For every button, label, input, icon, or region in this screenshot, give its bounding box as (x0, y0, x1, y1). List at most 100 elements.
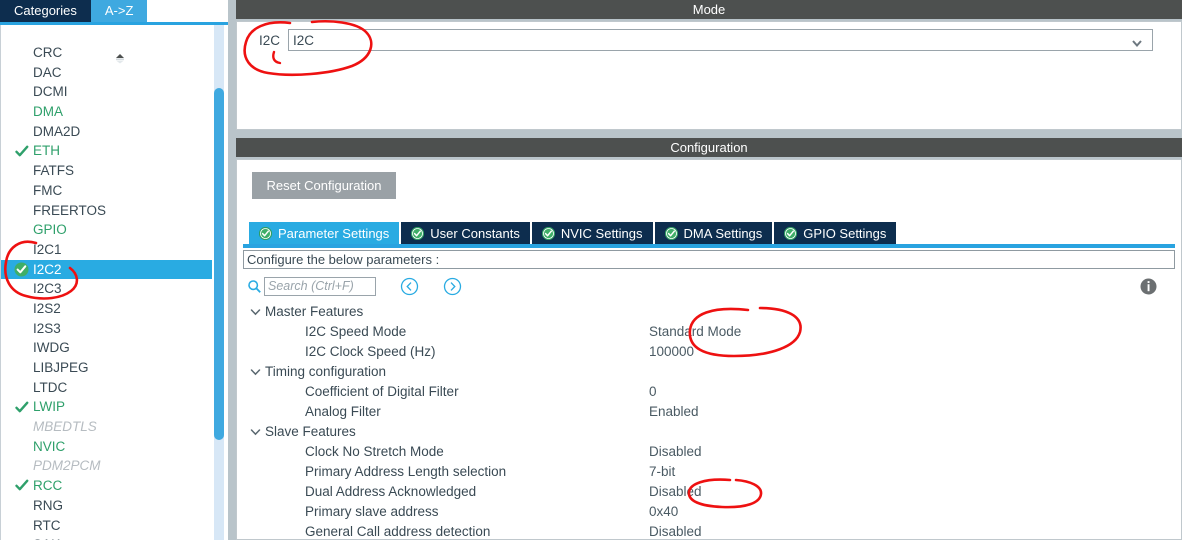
configuration-tab-underline (243, 244, 1175, 248)
sidebar-item-dcmi[interactable]: DCMI (1, 82, 212, 102)
mode-row: I2C I2C (259, 29, 1154, 51)
sidebar-item-eth[interactable]: ETH (1, 141, 212, 161)
parameter-row[interactable]: Dual Address Acknowledged Disabled (247, 482, 1152, 502)
sidebar-item-i2c2[interactable]: I2C2 (1, 259, 212, 280)
parameter-group-master-features[interactable]: Master Features (247, 302, 1152, 322)
sidebar-item-label: DMA (33, 104, 63, 120)
sidebar-item-label: CRC (33, 45, 63, 60)
sidebar-item-rtc[interactable]: RTC (1, 516, 212, 536)
checked-circle-icon (14, 262, 29, 277)
chevron-down-icon[interactable] (247, 308, 263, 316)
sidebar-item-dma2d[interactable]: DMA2D (1, 122, 212, 142)
sidebar-item-label: PDM2PCM (33, 458, 101, 474)
sidebar-item-iwdg[interactable]: IWDG (1, 338, 212, 358)
parameter-group-label: Master Features (265, 304, 364, 319)
sidebar-item-label: DAC (33, 64, 62, 80)
parameter-value[interactable]: 0 (649, 382, 657, 402)
parameter-row[interactable]: Analog Filter Enabled (247, 402, 1152, 422)
parameter-row[interactable]: General Call address detection Disabled (247, 522, 1152, 542)
info-icon[interactable] (1140, 278, 1157, 295)
sidebar-item-freertos[interactable]: FREERTOS (1, 201, 212, 221)
parameter-row[interactable]: I2C Speed Mode Standard Mode (247, 322, 1152, 342)
parameter-group-slave-features[interactable]: Slave Features (247, 422, 1152, 442)
tab-label: DMA Settings (683, 225, 763, 241)
parameter-row[interactable]: Primary Address Length selection 7-bit (247, 462, 1152, 482)
sidebar-item-rng[interactable]: RNG (1, 496, 212, 516)
check-icon (14, 400, 29, 415)
sidebar-item-fmc[interactable]: FMC (1, 181, 212, 201)
parameter-row[interactable]: Primary slave address 0x40 (247, 502, 1152, 522)
sidebar-item-gpio[interactable]: GPIO (1, 220, 212, 240)
tab-nvic-settings[interactable]: NVIC Settings (531, 222, 653, 244)
parameter-name: Coefficient of Digital Filter (305, 384, 459, 399)
tab-label: NVIC Settings (560, 225, 643, 241)
tab-dma-settings[interactable]: DMA Settings (654, 222, 773, 244)
tab-user-constants[interactable]: User Constants (401, 222, 530, 244)
configuration-panel-body: Reset Configuration Parameter Settings Us… (236, 159, 1182, 540)
parameter-value[interactable]: Standard Mode (649, 322, 741, 342)
configure-hint-text: Configure the below parameters : (247, 252, 440, 267)
parameter-group-label: Slave Features (265, 424, 356, 439)
sidebar-item-i2s3[interactable]: I2S3 (1, 319, 212, 339)
sidebar-item-nvic[interactable]: NVIC (1, 437, 212, 457)
search-input[interactable] (264, 276, 376, 296)
sidebar-item-label: I2C2 (33, 261, 62, 277)
parameter-value[interactable]: 0x40 (649, 502, 678, 522)
search-next-button[interactable] (443, 277, 462, 296)
sidebar-item-label: DMA2D (33, 123, 81, 139)
tab-categories[interactable]: Categories (0, 0, 91, 22)
parameter-name: General Call address detection (305, 524, 491, 539)
mode-dropdown-value: I2C (293, 32, 315, 48)
sidebar-item-dac[interactable]: DAC (1, 63, 212, 83)
parameter-name: I2C Clock Speed (Hz) (305, 344, 436, 359)
parameter-row[interactable]: I2C Clock Speed (Hz) 100000 (247, 342, 1152, 362)
sidebar-item-fatfs[interactable]: FATFS (1, 161, 212, 181)
parameter-value[interactable]: Disabled (649, 522, 702, 542)
parameter-value[interactable]: Disabled (649, 442, 702, 462)
sidebar-item-label: LWIP (33, 399, 66, 415)
sidebar-item-i2c3[interactable]: I2C3 (1, 279, 212, 299)
parameter-group-label: Timing configuration (265, 364, 387, 379)
sidebar-scrollbar-thumb[interactable] (214, 88, 224, 440)
sidebar-item-sai1[interactable]: SAI1 (1, 535, 212, 540)
sidebar-item-mbedtls: MBEDTLS (1, 417, 212, 437)
sidebar-item-dma[interactable]: DMA (1, 102, 212, 122)
sidebar-tab-bar: Categories A->Z (0, 0, 228, 22)
parameter-value[interactable]: 100000 (649, 342, 694, 362)
sidebar-item-libjpeg[interactable]: LIBJPEG (1, 358, 212, 378)
tab-a-to-z-label: A->Z (104, 3, 134, 18)
sidebar-item-ltdc[interactable]: LTDC (1, 378, 212, 398)
configuration-tab-bar: Parameter Settings User Constants NVIC Set… (249, 222, 898, 244)
tab-parameter-settings[interactable]: Parameter Settings (249, 222, 400, 244)
parameter-row[interactable]: Clock No Stretch Mode Disabled (247, 442, 1152, 462)
parameter-value[interactable]: 7-bit (649, 462, 675, 482)
search-prev-button[interactable] (400, 277, 419, 296)
sidebar-item-label: RNG (33, 497, 63, 513)
tab-a-to-z[interactable]: A->Z (90, 0, 148, 22)
sidebar-item-label: LTDC (33, 379, 68, 395)
sidebar-item-label: I2S2 (33, 300, 61, 316)
sidebar-item-rcc[interactable]: RCC (1, 476, 212, 496)
check-circle-icon (411, 226, 425, 240)
sidebar-item-crc[interactable]: CRC (1, 43, 212, 63)
main-area: Mode I2C I2C Configuration Reset Configu… (236, 0, 1182, 540)
reset-configuration-button[interactable]: Reset Configuration (252, 172, 396, 199)
parameter-value[interactable]: Disabled (649, 482, 702, 502)
sidebar-item-i2s2[interactable]: I2S2 (1, 299, 212, 319)
tab-gpio-settings[interactable]: GPIO Settings (774, 222, 897, 244)
chevron-down-icon[interactable] (247, 368, 263, 376)
chevron-down-icon[interactable] (247, 428, 263, 436)
search-row (247, 275, 462, 297)
tab-label: Parameter Settings (278, 225, 390, 241)
parameter-tree: Master Features I2C Speed Mode Standard Mo… (247, 302, 1152, 542)
parameter-row[interactable]: Coefficient of Digital Filter 0 (247, 382, 1152, 402)
parameter-value[interactable]: Enabled (649, 402, 699, 422)
sidebar-item-lwip[interactable]: LWIP (1, 397, 212, 417)
tab-categories-label: Categories (14, 3, 77, 18)
sidebar-item-label: LIBJPEG (33, 360, 89, 375)
sidebar-item-i2c1[interactable]: I2C1 (1, 240, 212, 260)
tab-label: User Constants (430, 225, 520, 241)
tab-label: GPIO Settings (803, 225, 887, 241)
mode-dropdown[interactable]: I2C (288, 29, 1154, 51)
parameter-group-timing-configuration[interactable]: Timing configuration (247, 362, 1152, 382)
